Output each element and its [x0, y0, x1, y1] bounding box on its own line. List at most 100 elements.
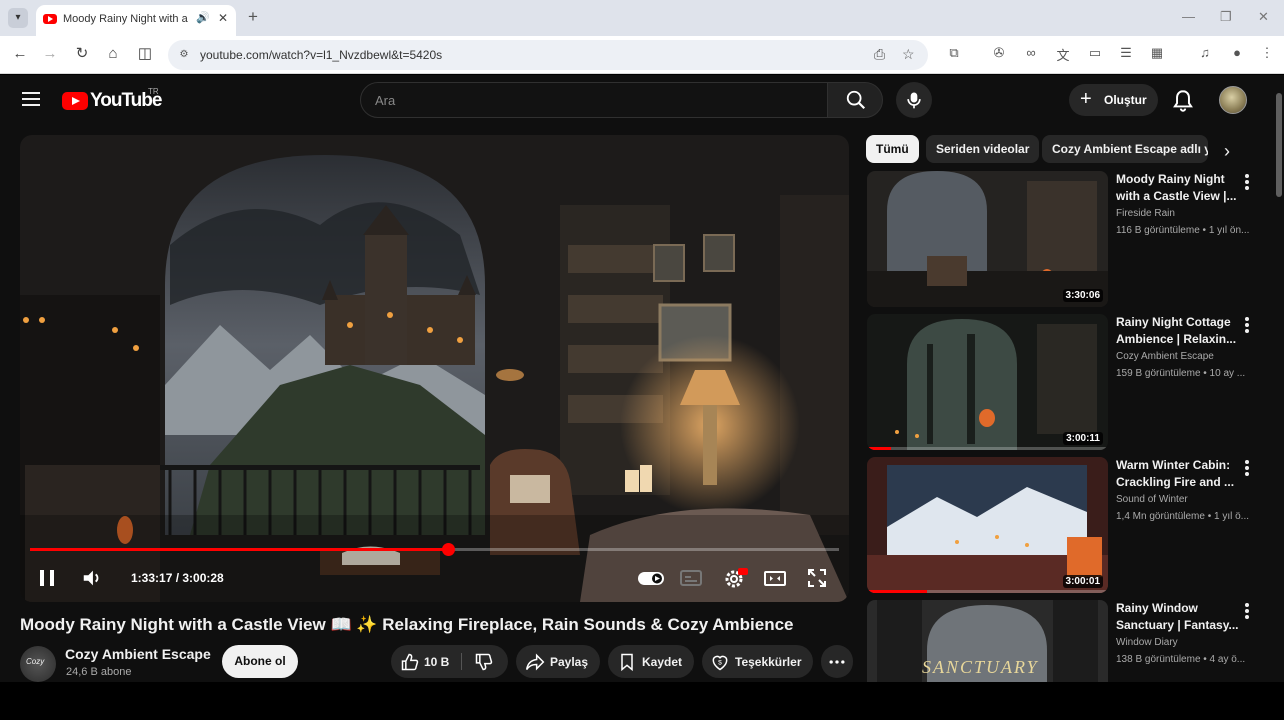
pause-button[interactable]: [40, 570, 54, 586]
recommendation-channel[interactable]: Sound of Winter: [1116, 494, 1188, 505]
chip-channel[interactable]: Cozy Ambient Escape adlı yü: [1042, 135, 1208, 163]
more-vert-icon[interactable]: [1243, 174, 1251, 190]
volume-icon[interactable]: [81, 567, 103, 589]
recommendation-card[interactable]: 3:30:06 Moody Rainy Night with a Castle …: [867, 171, 1267, 308]
browser-toolbar: ← → ↻ ⌂ ◫ ⚙ youtube.com/watch?v=l1_Nvzdb…: [0, 36, 1284, 74]
thanks-label: Teşekkürler: [735, 655, 802, 669]
more-actions-button[interactable]: [821, 645, 853, 678]
like-count[interactable]: 10 B: [424, 655, 449, 669]
youtube-page: YouTube TR Ara + Oluştur 1:33:17 / 3:00:…: [0, 75, 1284, 682]
voice-search-button[interactable]: [896, 82, 932, 118]
restore-icon[interactable]: ❐: [1220, 9, 1232, 25]
settings-gear-icon[interactable]: [722, 565, 748, 591]
notifications-bell-icon[interactable]: [1170, 88, 1196, 114]
browser-menu-icon[interactable]: ⋮: [1258, 45, 1276, 61]
seek-bar[interactable]: [30, 543, 839, 556]
recommendation-channel[interactable]: Cozy Ambient Escape: [1116, 351, 1214, 362]
recommendation-channel[interactable]: Window Diary: [1116, 637, 1178, 648]
thumbnail-text: SANCTUARY: [922, 657, 1039, 677]
more-vert-icon[interactable]: [1243, 460, 1251, 476]
fullscreen-icon[interactable]: [806, 565, 832, 591]
youtube-play-icon: [62, 92, 88, 110]
wallet-icon[interactable]: ▭: [1086, 45, 1104, 61]
translate-icon[interactable]: 文: [1054, 45, 1072, 64]
back-icon[interactable]: ←: [10, 45, 30, 63]
chip-series[interactable]: Seriden videolar: [926, 135, 1040, 163]
recommendation-card[interactable]: 3:00:01 Warm Winter Cabin: Crackling Fir…: [867, 457, 1267, 594]
browser-tab[interactable]: Moody Rainy Night with a Castle View 🔊 ✕: [36, 5, 236, 36]
new-tab-button[interactable]: +: [248, 7, 258, 27]
autoplay-toggle-icon[interactable]: [637, 565, 664, 591]
recommendation-card[interactable]: 3:00:11 Rainy Night Cottage Ambience | R…: [867, 314, 1267, 451]
video-duration: 3:30:06: [1062, 289, 1103, 302]
site-info-icon[interactable]: ⚙: [176, 47, 192, 63]
video-thumbnail[interactable]: 3:00:11: [867, 314, 1108, 450]
profile-icon[interactable]: ●: [1228, 45, 1246, 60]
channel-avatar[interactable]: Cozy: [20, 646, 56, 682]
search-input[interactable]: Ara: [360, 82, 828, 118]
tab-close-icon[interactable]: ✕: [218, 11, 228, 25]
recommendation-channel[interactable]: Fireside Rain: [1116, 208, 1175, 219]
page-scrollbar[interactable]: [1274, 75, 1284, 682]
tab-title: Moody Rainy Night with a Castle View: [63, 13, 191, 25]
more-vert-icon[interactable]: [1243, 317, 1251, 333]
video-thumbnail[interactable]: 3:30:06: [867, 171, 1108, 307]
recommendation-meta: 116 B görüntüleme • 1 yıl ön...: [1116, 225, 1250, 236]
audio-playing-icon[interactable]: 🔊: [196, 11, 210, 24]
extension-bug-icon[interactable]: ✇: [990, 45, 1008, 61]
search-button[interactable]: [827, 82, 883, 118]
account-avatar[interactable]: [1219, 86, 1247, 114]
create-label: Oluştur: [1104, 93, 1147, 107]
like-icon[interactable]: [400, 652, 420, 672]
video-title: Moody Rainy Night with a Castle View 📖 ✨…: [20, 615, 794, 634]
thanks-button[interactable]: $ Teşekkürler: [702, 645, 813, 678]
split-view-icon[interactable]: ◫: [135, 45, 155, 63]
scrollbar-thumb[interactable]: [1276, 93, 1282, 197]
watched-progress-fill: [867, 590, 928, 593]
save-button[interactable]: Kaydet: [608, 645, 694, 678]
install-app-icon[interactable]: ⎙: [874, 46, 885, 63]
theater-mode-icon[interactable]: [763, 565, 789, 591]
recommendation-title[interactable]: Rainy Window Sanctuary | Fantasy...: [1116, 600, 1241, 635]
address-bar[interactable]: ⚙ youtube.com/watch?v=l1_Nvzdbewl&t=5420…: [168, 40, 928, 70]
dislike-icon[interactable]: [474, 652, 494, 672]
video-duration: 3:00:11: [1063, 432, 1103, 445]
logo-country-code: TR: [148, 87, 159, 96]
home-icon[interactable]: ⌂: [103, 45, 123, 63]
reader-icon[interactable]: ☰: [1117, 45, 1135, 61]
youtube-favicon-icon: [43, 14, 57, 24]
recommendation-meta: 159 B görüntüleme • 10 ay ...: [1116, 368, 1246, 379]
reload-icon[interactable]: ↻: [72, 45, 92, 63]
share-button[interactable]: Paylaş: [516, 645, 600, 678]
extensions-icon[interactable]: ⧉: [945, 45, 963, 61]
search-placeholder: Ara: [375, 93, 396, 108]
watched-progress: [867, 447, 1108, 450]
recommendation-title[interactable]: Moody Rainy Night with a Castle View |..…: [1116, 171, 1241, 206]
create-button[interactable]: + Oluştur: [1069, 84, 1158, 116]
recommendation-title[interactable]: Warm Winter Cabin: Crackling Fire and ..…: [1116, 457, 1241, 492]
tab-search-button[interactable]: ▾: [8, 8, 28, 28]
video-thumbnail[interactable]: 3:00:01: [867, 457, 1108, 593]
channel-name[interactable]: Cozy Ambient Escape: [65, 646, 211, 662]
chevron-right-icon[interactable]: ›: [1224, 141, 1230, 162]
guide-menu-icon[interactable]: [22, 92, 40, 106]
video-thumbnail[interactable]: SANCTUARY: [867, 600, 1108, 682]
window-close-icon[interactable]: ✕: [1258, 9, 1269, 25]
bookmark-star-icon[interactable]: ☆: [902, 46, 915, 63]
recommendation-meta: 1,4 Mn görüntüleme • 1 yıl ö...: [1116, 511, 1250, 522]
recommendation-meta: 138 B görüntüleme • 4 ay ö...: [1116, 654, 1246, 665]
media-control-icon[interactable]: ♫: [1196, 45, 1214, 60]
chip-all[interactable]: Tümü: [866, 135, 919, 163]
video-player[interactable]: 1:33:17 / 3:00:28: [20, 135, 849, 602]
recommendation-title[interactable]: Rainy Night Cottage Ambience | Relaxin..…: [1116, 314, 1241, 349]
more-horizontal-icon: [829, 660, 845, 664]
qr-icon[interactable]: ▦: [1148, 45, 1166, 61]
url-text[interactable]: youtube.com/watch?v=l1_Nvzdbewl&t=5420s: [200, 48, 442, 62]
subscribe-button[interactable]: Abone ol: [222, 645, 298, 678]
recommendation-card[interactable]: SANCTUARY Rainy Window Sanctuary | Fanta…: [867, 600, 1267, 682]
subtitles-icon[interactable]: [679, 565, 705, 591]
minimize-icon[interactable]: —: [1182, 9, 1195, 24]
forward-icon[interactable]: →: [40, 45, 60, 63]
link-icon[interactable]: ∞: [1022, 45, 1040, 60]
more-vert-icon[interactable]: [1243, 603, 1251, 619]
